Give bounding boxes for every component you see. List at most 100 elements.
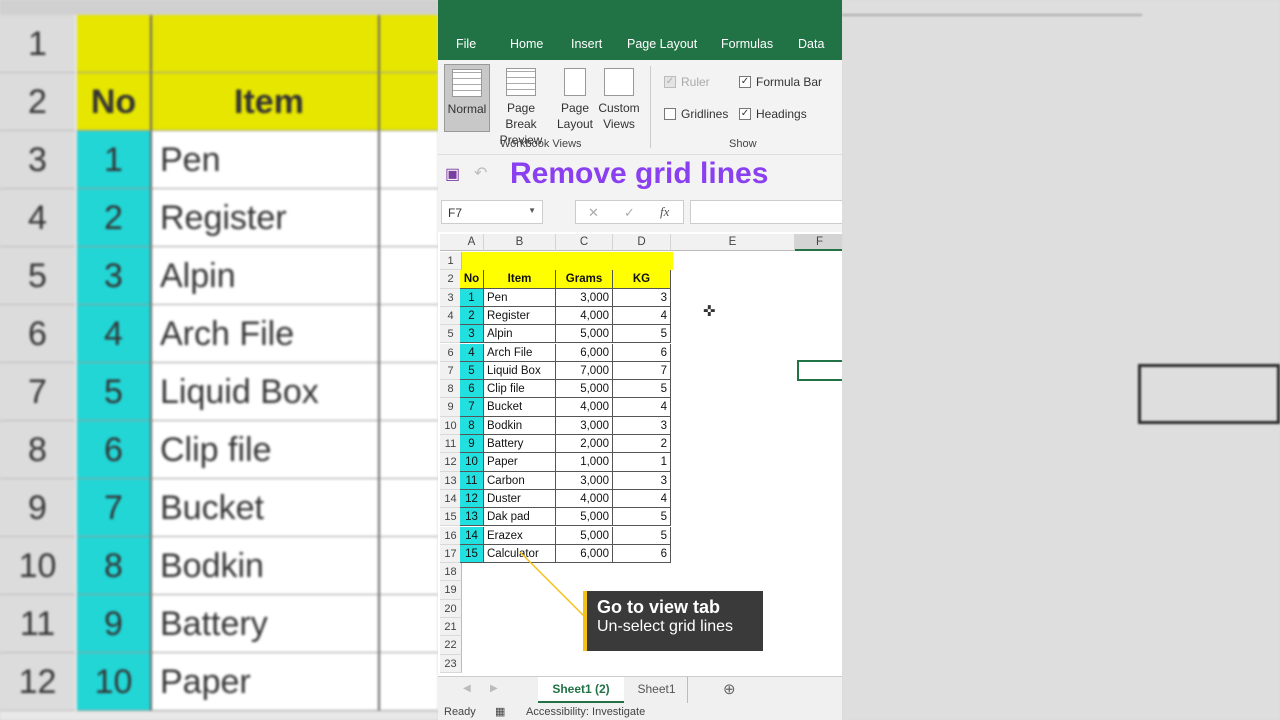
row-header[interactable]: 19	[440, 581, 462, 600]
scroll-right-icon[interactable]: ▶	[490, 683, 498, 694]
accessibility-status[interactable]: Accessibility: Investigate	[526, 706, 645, 718]
cell-grams[interactable]: 7,000	[556, 361, 613, 381]
cell-grams[interactable]: 4,000	[556, 398, 613, 417]
cell-no[interactable]: 4	[460, 343, 484, 362]
cell-no[interactable]: 15	[460, 544, 484, 564]
page-break-preview-button[interactable]: Page Break Preview	[490, 64, 552, 147]
cell-no[interactable]: 14	[460, 526, 484, 545]
row-header[interactable]: 15	[440, 508, 462, 527]
cell-kg[interactable]: 4	[613, 489, 671, 509]
cell-kg[interactable]: 6	[613, 343, 671, 362]
cell-grams[interactable]: 3,000	[556, 288, 613, 307]
column-header[interactable]: D	[613, 234, 671, 251]
fx-icon[interactable]: fx	[660, 204, 669, 220]
header-cell-kg[interactable]: KG	[613, 270, 671, 289]
column-header[interactable]: A	[460, 234, 484, 251]
enter-icon[interactable]: ✓	[624, 205, 635, 221]
cell-kg[interactable]: 3	[613, 288, 671, 307]
cell-item[interactable]: Pen	[484, 288, 556, 307]
cell-kg[interactable]: 4	[613, 398, 671, 417]
header-cell-no[interactable]: No	[460, 270, 484, 289]
cell-no[interactable]: 1	[460, 288, 484, 307]
sheet-tab-active[interactable]: Sheet1 (2)	[538, 677, 624, 703]
column-header[interactable]: C	[556, 234, 613, 251]
formula-input[interactable]	[690, 200, 842, 224]
cell-grams[interactable]: 6,000	[556, 343, 613, 362]
add-sheet-icon[interactable]: ⊕	[723, 680, 736, 698]
cell-grams[interactable]: 4,000	[556, 489, 613, 509]
cell-item[interactable]: Register	[484, 306, 556, 326]
cell-item[interactable]: Bucket	[484, 398, 556, 417]
row-header[interactable]: 12	[440, 453, 462, 472]
ruler-checkbox[interactable]: ✓ Ruler	[664, 75, 710, 89]
cell-no[interactable]: 9	[460, 435, 484, 454]
macro-record-icon[interactable]: ▦	[495, 705, 505, 718]
row-header[interactable]: 22	[440, 636, 462, 655]
row-header[interactable]: 4	[440, 306, 462, 326]
cell-item[interactable]: Bodkin	[484, 416, 556, 435]
cell-kg[interactable]: 1	[613, 453, 671, 472]
row-header[interactable]: 2	[440, 270, 462, 289]
cell-item[interactable]: Paper	[484, 453, 556, 472]
tab-file[interactable]: File	[456, 37, 476, 51]
row-header[interactable]: 21	[440, 618, 462, 637]
column-header[interactable]: F	[795, 234, 842, 251]
row-header[interactable]: 7	[440, 361, 462, 381]
cell-grams[interactable]: 3,000	[556, 471, 613, 490]
column-header[interactable]: B	[484, 234, 556, 251]
cancel-icon[interactable]: ✕	[588, 205, 599, 221]
page-layout-button[interactable]: Page Layout	[554, 64, 596, 132]
undo-icon[interactable]: ↶	[474, 163, 487, 183]
tab-home[interactable]: Home	[510, 37, 543, 51]
row-header[interactable]: 8	[440, 380, 462, 399]
cell-item[interactable]: Carbon	[484, 471, 556, 490]
cell-no[interactable]: 10	[460, 453, 484, 472]
cell-no[interactable]: 12	[460, 489, 484, 509]
tab-data[interactable]: Data	[798, 37, 824, 51]
save-icon[interactable]: ▣	[445, 164, 460, 184]
select-all-corner[interactable]	[440, 234, 462, 251]
row-header[interactable]: 9	[440, 398, 462, 417]
cell-item[interactable]: Erazex	[484, 526, 556, 545]
cell-no[interactable]: 2	[460, 306, 484, 326]
header-cell-item[interactable]: Item	[484, 270, 556, 289]
row-header[interactable]: 23	[440, 654, 462, 673]
cell-kg[interactable]: 2	[613, 435, 671, 454]
headings-checkbox[interactable]: ✓ Headings	[739, 107, 807, 121]
cell-item[interactable]: Battery	[484, 435, 556, 454]
row-header[interactable]: 13	[440, 471, 462, 490]
custom-views-button[interactable]: Custom Views	[596, 64, 642, 132]
row-header[interactable]: 1	[440, 252, 462, 271]
gridlines-checkbox[interactable]: Gridlines	[664, 107, 728, 121]
cell-grams[interactable]: 5,000	[556, 508, 613, 527]
cell-grams[interactable]: 5,000	[556, 325, 613, 344]
cell-item[interactable]: Liquid Box	[484, 361, 556, 381]
cell-item[interactable]: Duster	[484, 489, 556, 509]
cell-item[interactable]: Alpin	[484, 325, 556, 344]
row-header[interactable]: 5	[440, 325, 462, 344]
cell-no[interactable]: 6	[460, 380, 484, 399]
cell-kg[interactable]: 7	[613, 361, 671, 381]
cell-no[interactable]: 13	[460, 508, 484, 527]
cell-grams[interactable]: 5,000	[556, 380, 613, 399]
cell-kg[interactable]: 5	[613, 526, 671, 545]
cell-grams[interactable]: 3,000	[556, 416, 613, 435]
cell-kg[interactable]: 5	[613, 380, 671, 399]
cell-item[interactable]: Clip file	[484, 380, 556, 399]
row-header[interactable]: 16	[440, 526, 462, 545]
tab-formulas[interactable]: Formulas	[721, 37, 773, 51]
tab-insert[interactable]: Insert	[571, 37, 602, 51]
active-cell-f7[interactable]	[797, 360, 842, 381]
cell-no[interactable]: 7	[460, 398, 484, 417]
cell-kg[interactable]: 3	[613, 416, 671, 435]
cell-grams[interactable]: 4,000	[556, 306, 613, 326]
cell-kg[interactable]: 5	[613, 325, 671, 344]
cell-kg[interactable]: 4	[613, 306, 671, 326]
row-header[interactable]: 10	[440, 416, 462, 435]
header-cell-blank[interactable]	[462, 252, 673, 271]
formula-bar-checkbox[interactable]: ✓ Formula Bar	[739, 75, 822, 89]
tab-page-layout[interactable]: Page Layout	[627, 37, 697, 51]
normal-view-button[interactable]: Normal	[444, 64, 490, 132]
cell-kg[interactable]: 6	[613, 544, 671, 564]
row-header[interactable]: 3	[440, 288, 462, 307]
